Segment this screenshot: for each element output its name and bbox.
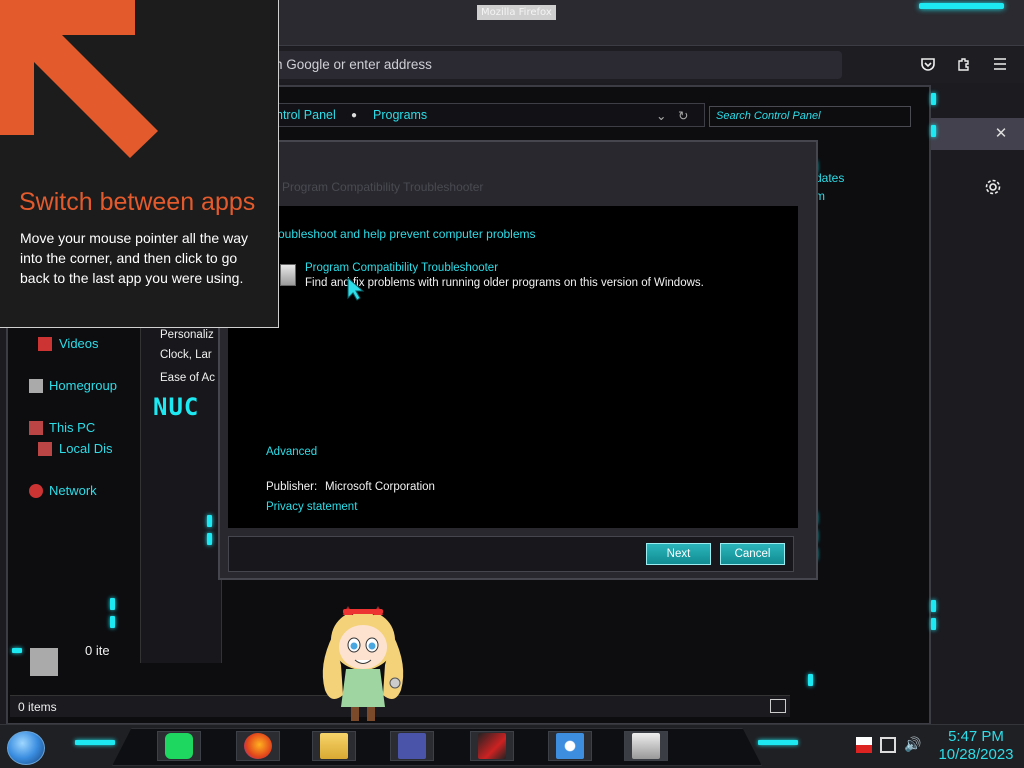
link-updates[interactable]: dates [815,171,844,185]
publisher-label: Publisher: [266,481,318,493]
extensions-icon[interactable] [953,53,975,75]
folder-thumbnail [30,648,58,676]
game-icon[interactable] [478,733,506,759]
view-toggle-icon[interactable] [770,699,786,713]
next-button[interactable]: Next [646,543,711,565]
nav-item-this-pc[interactable]: This PC [49,420,95,435]
privacy-statement-link[interactable]: Privacy statement [266,501,357,513]
nav-item-network[interactable]: Network [49,483,97,498]
clock-time: 5:47 PM [948,728,1004,745]
start-button[interactable] [7,731,45,765]
accent-segment [931,618,936,630]
arrow-up-left-icon [0,0,158,158]
window-title: Mozilla Firefox [477,5,556,20]
file-explorer-icon[interactable] [320,733,348,759]
advanced-link[interactable]: Advanced [266,446,317,458]
publisher-value: Microsoft Corporation [325,481,435,493]
pocket-icon[interactable] [917,53,939,75]
titlebar-accent [919,3,1004,9]
local-disk-icon [38,442,52,456]
category-column: Personaliz Clock, Lar Ease of Ac NUC [140,318,222,663]
nav-item-videos[interactable]: Videos [59,336,99,351]
homegroup-icon [29,379,43,393]
network-icon[interactable] [880,737,896,753]
dialog-body [228,206,798,528]
dialog-title: Program Compatibility Troubleshooter [282,180,484,194]
accent-segment [75,740,115,745]
control-panel-icon[interactable] [632,733,660,759]
settings-icon[interactable] [982,176,1004,198]
dialog-heading: oubleshoot and help prevent computer pro… [278,227,536,241]
accent-segment [12,648,22,653]
troubleshooter-title: Program Compatibility Troubleshooter [305,262,499,274]
search-box[interactable]: Search Control Panel [709,106,911,127]
nav-item-homegroup[interactable]: Homegroup [49,378,117,393]
items-count: 0 items [18,700,57,714]
breadcrumb-control-panel[interactable]: ntrol Panel [276,108,336,122]
accent-segment [110,616,115,628]
switch-apps-tip: Switch between apps Move your mouse poin… [0,0,279,328]
tip-body: Move your mouse pointer all the way into… [20,230,248,286]
menu-icon[interactable] [989,53,1011,75]
chevron-down-icon[interactable]: ⌄ [656,108,666,123]
accent-segment [110,598,115,610]
accent-segment [207,515,212,527]
category-clock[interactable]: Clock, Lar [160,349,223,361]
tip-title: Switch between apps [19,188,256,216]
accent-segment [931,93,936,105]
accent-segment [207,533,212,545]
accent-segment [758,740,798,745]
videos-icon [38,337,52,351]
category-personalization[interactable]: Personaliz [160,329,223,341]
accent-segment [931,600,936,612]
network-icon [29,484,43,498]
taskbar-clock[interactable]: 5:47 PM 10/28/2023 [930,728,1022,764]
nav-item-local-disk[interactable]: Local Dis [59,441,112,456]
breadcrumb-separator-icon: ● [351,110,358,121]
this-pc-icon [29,421,43,435]
cancel-button[interactable]: Cancel [720,543,785,565]
address-bar[interactable]: ntrol Panel ● Programs ⌄ ↻ [240,103,705,127]
troubleshooter-icon [280,264,296,286]
mouse-cursor-icon [346,276,366,306]
breadcrumb-programs[interactable]: Programs [373,108,427,122]
flag-icon[interactable] [856,737,872,753]
url-placeholder: n Google or enter address [275,57,432,72]
spotify-icon[interactable] [165,733,193,759]
url-bar[interactable]: n Google or enter address [250,51,842,79]
character-sticker [322,606,404,721]
search-placeholder: Search Control Panel [716,110,821,122]
category-ease-of-access[interactable]: Ease of Ac [160,372,223,384]
weather-icon[interactable] [556,733,584,759]
refresh-icon[interactable]: ↻ [678,108,688,123]
volume-icon[interactable]: 🔊 [904,737,921,753]
accent-segment [808,674,813,686]
window-icon[interactable] [398,733,426,759]
firefox-icon[interactable] [244,733,272,759]
logo-decoration: NUC [153,393,200,421]
close-icon[interactable]: ✕ [990,122,1012,144]
clock-date: 10/28/2023 [938,746,1014,763]
accent-segment [931,125,936,137]
items-count-secondary: 0 ite [85,643,110,658]
